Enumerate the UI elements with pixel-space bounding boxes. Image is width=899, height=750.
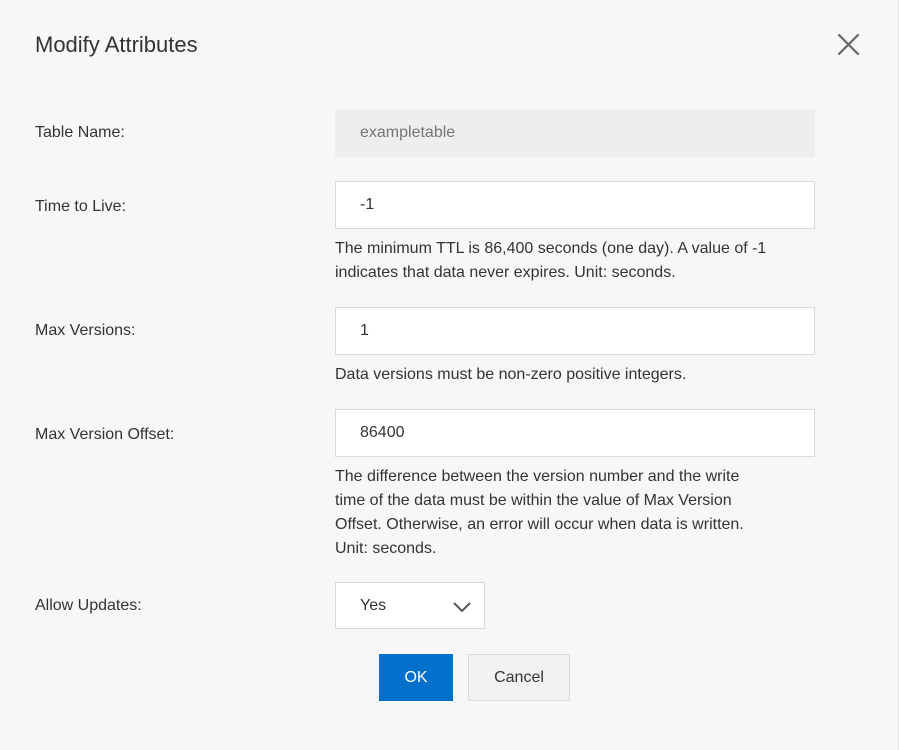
dialog-title: Modify Attributes: [35, 32, 198, 57]
ok-button[interactable]: OK: [379, 654, 453, 701]
max-versions-label: Max Versions:: [35, 322, 136, 339]
allow-updates-label: Allow Updates:: [35, 597, 142, 614]
close-icon: [837, 33, 860, 56]
table-name-input: [335, 109, 815, 157]
ttl-label: Time to Live:: [35, 198, 126, 215]
allow-updates-selected-value: Yes: [360, 597, 387, 614]
chevron-down-icon: [453, 602, 471, 613]
ttl-help-line: indicates that data never expires. Unit:…: [335, 264, 676, 281]
max-version-offset-input[interactable]: [335, 409, 815, 457]
max-version-offset-help-line: The difference between the version numbe…: [335, 468, 740, 485]
max-versions-help: Data versions must be non-zero positive …: [335, 366, 687, 383]
ttl-input[interactable]: [335, 181, 815, 229]
max-version-offset-help-line: Unit: seconds.: [335, 540, 437, 557]
cancel-button[interactable]: Cancel: [468, 654, 570, 701]
modify-attributes-dialog: Modify Attributes Table Name: Time to Li…: [0, 0, 899, 750]
ttl-help-line: The minimum TTL is 86,400 seconds (one d…: [335, 240, 767, 257]
max-version-offset-label: Max Version Offset:: [35, 426, 175, 443]
max-version-offset-help: The difference between the version numbe…: [335, 465, 805, 561]
max-version-offset-help-line: Offset. Otherwise, an error will occur w…: [335, 516, 744, 533]
allow-updates-select[interactable]: Yes: [335, 582, 485, 629]
close-button[interactable]: [834, 30, 864, 60]
table-name-label: Table Name:: [35, 124, 125, 141]
ttl-help: The minimum TTL is 86,400 seconds (one d…: [335, 237, 805, 285]
max-versions-input[interactable]: [335, 307, 815, 355]
max-version-offset-help-line: time of the data must be within the valu…: [335, 492, 732, 509]
